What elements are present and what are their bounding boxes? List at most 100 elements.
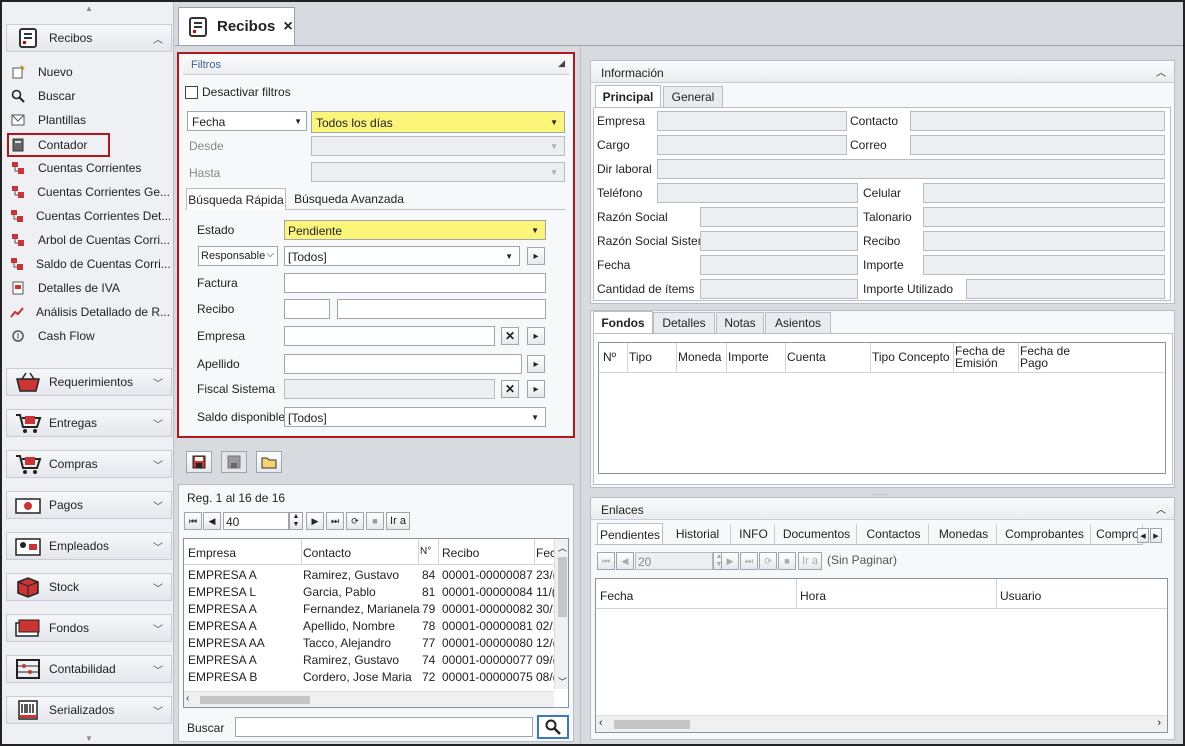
col-fondos-6[interactable]: Fecha de Emisión — [955, 345, 1020, 369]
chevron-down-icon[interactable]: ﹀ — [153, 498, 171, 513]
chevron-down-icon[interactable]: ﹀ — [153, 621, 171, 636]
info-field-celular[interactable] — [923, 183, 1165, 203]
estado-select[interactable]: Pendiente ▼ — [284, 220, 546, 240]
group-pagos[interactable]: Pagos ﹀ — [6, 491, 172, 519]
col-usuario[interactable]: Usuario — [1000, 589, 1041, 603]
info-field-razon[interactable] — [700, 207, 858, 227]
tab-fondos[interactable]: Fondos — [593, 311, 653, 333]
sidebar-item-nuevo[interactable]: Nuevo — [10, 61, 170, 83]
col-fondos-4[interactable]: Cuenta — [787, 351, 872, 363]
chevron-down-icon[interactable]: ﹀ — [153, 457, 171, 472]
tab-recibos[interactable]: Recibos × — [178, 7, 295, 45]
sidebar-item-contador[interactable]: Contador — [7, 133, 110, 157]
horizontal-scrollbar[interactable]: ‹ — [184, 691, 554, 707]
group-fondos[interactable]: Fondos ﹀ — [6, 614, 172, 642]
enlaces-page-size-input[interactable]: 20 — [635, 552, 713, 570]
close-icon[interactable]: × — [283, 18, 292, 36]
info-field-correo[interactable] — [910, 135, 1165, 155]
group-contabilidad[interactable]: Contabilidad ﹀ — [6, 655, 172, 683]
date-range-select[interactable]: Todos los días ▼ — [311, 111, 565, 133]
go-to-button[interactable]: Ir a — [798, 552, 822, 570]
empresa-input[interactable] — [284, 326, 495, 346]
info-field-recibo[interactable] — [923, 231, 1165, 251]
refresh-icon[interactable]: ⟳ — [346, 512, 364, 530]
sidebar-item-cash-flow[interactable]: Cash Flow — [10, 325, 170, 347]
sidebar-item-detalles-de-iva[interactable]: Detalles de IVA — [10, 277, 170, 299]
tab-scroll-left-icon[interactable]: ◀ — [1137, 528, 1149, 543]
fiscal-input[interactable] — [284, 379, 495, 399]
next-icon[interactable]: ▸ — [527, 327, 545, 345]
info-field-cantidad[interactable] — [700, 279, 858, 299]
tab-principal[interactable]: Principal — [595, 85, 661, 107]
chevron-down-icon[interactable]: ﹀ — [153, 539, 171, 554]
recibo-prefix-input[interactable] — [284, 299, 330, 319]
search-input[interactable] — [235, 717, 533, 737]
apellido-input[interactable] — [284, 354, 522, 374]
info-field-contacto[interactable] — [910, 111, 1165, 131]
prev-page-icon[interactable]: ◀ — [203, 512, 221, 530]
next-icon[interactable]: ▸ — [527, 355, 545, 373]
page-size-input[interactable]: 40 — [223, 512, 289, 530]
tab-enlaces-pendientes[interactable]: Pendientes — [597, 523, 663, 544]
chevron-down-icon[interactable]: ﹀ — [153, 662, 171, 677]
tab-busqueda-avanzada[interactable]: Búsqueda Avanzada — [289, 188, 409, 210]
chevron-down-icon[interactable]: ﹀ — [153, 375, 171, 390]
col-fecha[interactable]: Fecha — [600, 589, 633, 603]
scroll-right-icon[interactable]: › — [1157, 717, 1161, 729]
table-row[interactable]: EMPRESA A Ramirez, Gustavo 74 00001-0000007… — [184, 653, 557, 670]
open-folder-icon[interactable] — [256, 451, 282, 473]
first-page-icon[interactable]: ⏮ — [184, 512, 202, 530]
last-page-icon[interactable]: ⏭ — [326, 512, 344, 530]
col-contacto[interactable]: Contacto — [303, 546, 351, 560]
group-serializados[interactable]: Serializados ﹀ — [6, 696, 172, 724]
info-field-dir[interactable] — [657, 159, 1165, 179]
tab-asientos[interactable]: Asientos — [765, 312, 831, 333]
info-field-empresa[interactable] — [657, 111, 847, 131]
col-hora[interactable]: Hora — [800, 589, 826, 603]
scroll-down-icon[interactable]: ﹀ — [558, 675, 567, 688]
factura-input[interactable] — [284, 273, 546, 293]
clear-icon[interactable]: ✕ — [501, 327, 519, 345]
date-field-select[interactable]: Fecha ▼ — [187, 111, 307, 131]
group-stock[interactable]: Stock ﹀ — [6, 573, 172, 601]
tab-busqueda-rapida[interactable]: Búsqueda Rápida — [186, 188, 286, 210]
hasta-field[interactable]: ▼ — [311, 162, 565, 182]
chevron-down-icon[interactable]: ﹀ — [153, 703, 171, 718]
sidebar-item-cuentas-corrientes-ge[interactable]: Cuentas Corrientes Ge... — [10, 181, 170, 203]
sidebar-item-saldo-de-cuentas-corri[interactable]: Saldo de Cuentas Corri... — [10, 253, 170, 275]
tab-enlaces-contactos[interactable]: Contactos — [859, 524, 929, 544]
next-page-icon[interactable]: ▶ — [306, 512, 324, 530]
group-entregas[interactable]: Entregas ﹀ — [6, 409, 172, 437]
stop-icon[interactable]: ■ — [778, 552, 796, 570]
table-row[interactable]: EMPRESA L Garcia, Pablo 81 00001-00000084 11… — [184, 585, 556, 602]
info-field-cargo[interactable] — [657, 135, 847, 155]
first-page-icon[interactable]: ⏮ — [597, 552, 615, 570]
group-recibos[interactable]: Recibos ︿ — [6, 24, 172, 52]
responsable-field[interactable]: [Todos] ▼ — [284, 246, 520, 266]
tab-scroll-right-icon[interactable]: ▶ — [1150, 528, 1162, 543]
table-row[interactable]: EMPRESA AA Tacco, Alejandro 77 00001-000000… — [184, 636, 557, 653]
go-to-button[interactable]: Ir a — [386, 512, 410, 530]
col-fondos-5[interactable]: Tipo Concepto — [872, 351, 955, 363]
col-fondos-1[interactable]: Tipo — [629, 351, 678, 363]
search-button[interactable] — [537, 715, 569, 739]
tab-general[interactable]: General — [663, 86, 723, 107]
vertical-scrollbar[interactable]: ︿ ﹀ — [554, 539, 568, 689]
prev-page-icon[interactable]: ◀ — [616, 552, 634, 570]
spin-icon[interactable]: ▲ ▼ — [289, 512, 303, 530]
recibo-number-input[interactable] — [337, 299, 546, 319]
chevron-up-icon[interactable]: ︿ — [153, 31, 171, 46]
table-row[interactable]: EMPRESA A Ramirez, Gustavo 84 00001-0000008… — [184, 568, 557, 585]
tab-enlaces-compro[interactable]: Compro — [1093, 524, 1143, 544]
chevron-up-icon[interactable]: ︿ — [1156, 501, 1166, 516]
collapse-icon[interactable]: ◢ — [558, 58, 565, 69]
info-field-talonario[interactable] — [923, 207, 1165, 227]
tab-enlaces-historial[interactable]: Historial — [665, 524, 731, 544]
sidebar-item-arbol-de-cuentas-corri[interactable]: Arbol de Cuentas Corri... — [10, 229, 170, 251]
sidebar-item-buscar[interactable]: Buscar — [10, 85, 170, 107]
group-compras[interactable]: Compras ﹀ — [6, 450, 172, 478]
disable-filters-checkbox[interactable] — [185, 86, 198, 99]
table-row[interactable]: EMPRESA A Apellido, Nombre 78 00001-0000008… — [184, 619, 559, 636]
chevron-down-icon[interactable]: ﹀ — [153, 580, 171, 595]
refresh-icon[interactable]: ⟳ — [759, 552, 777, 570]
